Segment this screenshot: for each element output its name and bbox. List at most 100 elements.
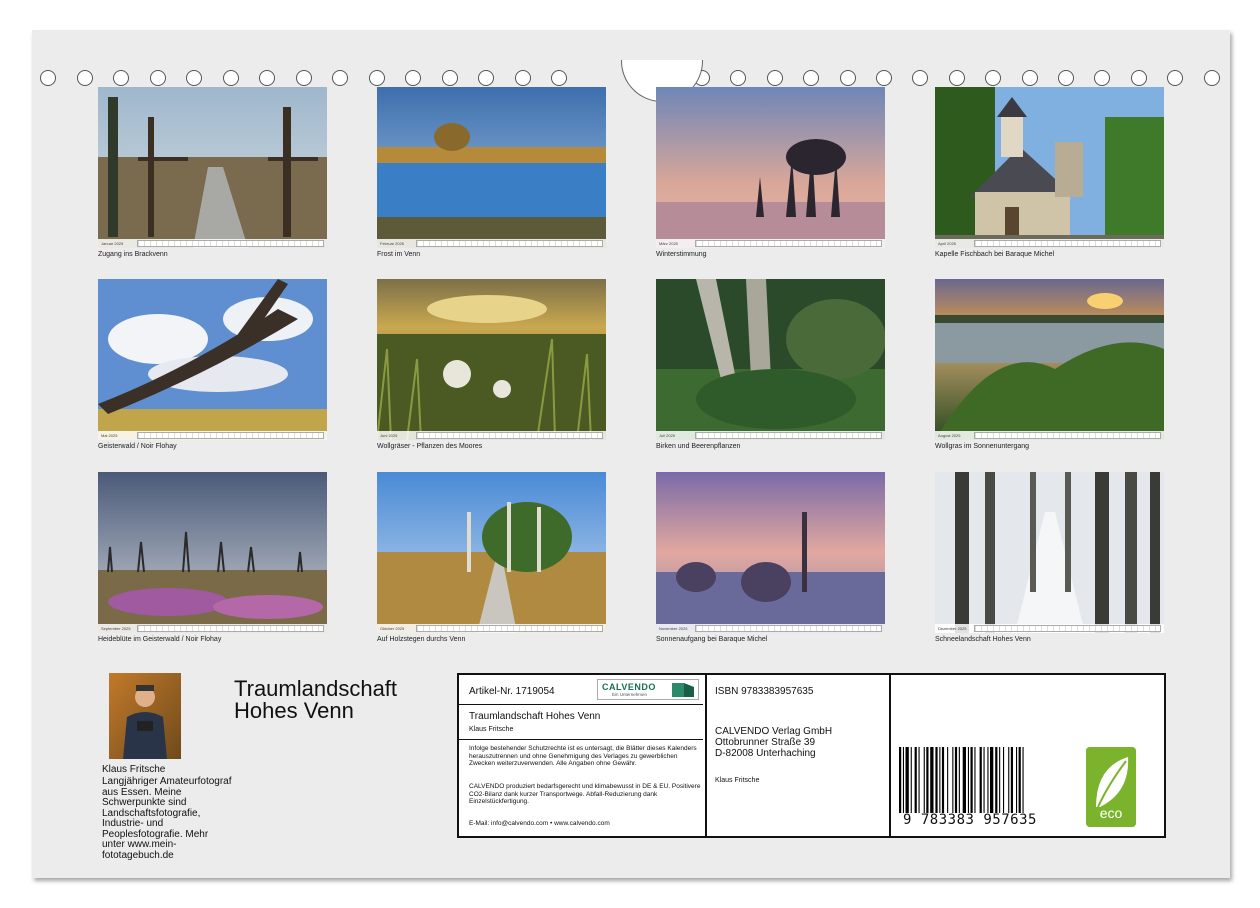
binding-ring: [1058, 70, 1074, 86]
binding-ring: [405, 70, 421, 86]
landscape-image: [377, 472, 606, 633]
binding-ring: [186, 70, 202, 86]
day-cells: [974, 432, 1161, 439]
month-calendar-strip: Dezember 2025: [935, 624, 1164, 633]
month-label: Januar 2025: [101, 241, 124, 246]
binding-ring: [839, 70, 856, 86]
binding-ring: [332, 70, 348, 86]
binding-ring: [368, 70, 385, 86]
landscape-image: [656, 279, 885, 440]
day-cells: [137, 240, 324, 247]
month-photo: Dezember 2025: [935, 472, 1164, 633]
eco-label: eco: [1099, 805, 1123, 821]
publisher-name: CALVENDO Verlag GmbH: [715, 726, 833, 737]
publisher-info-box: Artikel-Nr. 1719054 CALVENDO Ein Unterne…: [457, 673, 1166, 838]
month-calendar-strip: Februar 2025: [377, 239, 606, 248]
photo-caption: Winterstimmung: [656, 251, 707, 258]
binding-ring: [478, 70, 494, 86]
month-calendar-strip: Juni 2025: [377, 431, 606, 440]
legal-notice: Infolge bestehender Schutzrechte ist es …: [469, 745, 697, 767]
landscape-image: [98, 87, 327, 248]
photo-caption: Sonnenaufgang bei Baraque Michel: [656, 636, 768, 643]
landscape-image: [935, 472, 1164, 633]
isbn: ISBN 9783383957635: [715, 686, 814, 697]
month-label: Dezember 2025: [938, 626, 967, 631]
publisher-author: Klaus Fritsche: [715, 777, 760, 784]
barcode: 9 783383 957635: [895, 747, 1071, 828]
month-label: November 2025: [659, 626, 688, 631]
month-photo: August 2025: [935, 279, 1164, 440]
binding-ring: [1021, 70, 1038, 86]
day-cells: [695, 625, 882, 632]
month-label: September 2025: [101, 626, 131, 631]
month-photo: April 2025: [935, 87, 1164, 248]
month-label: Februar 2025: [380, 241, 405, 246]
binding-ring: [259, 70, 275, 86]
landscape-image: [656, 87, 885, 248]
day-cells: [416, 240, 603, 247]
eco-notice: CALVENDO produziert bedarfsgerecht und k…: [469, 783, 701, 805]
photo-caption: Wollgräser - Pflanzen des Moores: [377, 443, 483, 450]
barcode-digits: 9 783383 957635: [903, 812, 1037, 828]
calvendo-logo: CALVENDO Ein Unternehmen: [597, 679, 699, 700]
binding-ring: [40, 70, 56, 86]
landscape-image: [377, 279, 606, 440]
month-photo: Juli 2025: [656, 279, 885, 440]
binding-ring: [514, 70, 531, 86]
binding-ring: [912, 70, 929, 86]
photo-caption: Wollgras im Sonnenuntergang: [935, 443, 1030, 450]
landscape-image: [98, 472, 327, 633]
contact-line: E-Mail: info@calvendo.com • www.calvendo…: [469, 820, 610, 827]
article-row: Artikel-Nr. 1719054 CALVENDO Ein Unterne…: [459, 675, 703, 705]
photo-caption: Heideblüte im Geisterwald / Noir Flohay: [98, 636, 222, 643]
month-photo: Februar 2025: [377, 87, 606, 248]
article-column: Artikel-Nr. 1719054 CALVENDO Ein Unterne…: [459, 675, 707, 836]
month-calendar-strip: Oktober 2025: [377, 624, 606, 633]
binding-ring: [295, 70, 312, 86]
publisher-street: Ottobrunner Straße 39: [715, 737, 816, 748]
binding-ring: [766, 70, 783, 86]
day-cells: [416, 432, 603, 439]
month-photo: September 2025: [98, 472, 327, 633]
month-label: Oktober 2025: [380, 626, 405, 631]
day-cells: [695, 240, 882, 247]
month-calendar-strip: April 2025: [935, 239, 1164, 248]
eco-badge: eco: [1086, 747, 1136, 827]
author-photo: [109, 673, 181, 759]
isbn-column: ISBN 9783383957635 CALVENDO Verlag GmbH …: [705, 675, 891, 836]
month-calendar-strip: Juli 2025: [656, 431, 885, 440]
photo-caption: Kapelle Fischbach bei Baraque Michel: [935, 251, 1055, 258]
photo-caption: Schneelandschaft Hohes Venn: [935, 636, 1031, 643]
binding-ring: [1167, 70, 1184, 86]
binding-ring: [985, 70, 1002, 86]
month-calendar-strip: November 2025: [656, 624, 885, 633]
landscape-image: [377, 87, 606, 248]
month-calendar-strip: Januar 2025: [98, 239, 327, 248]
binding-ring: [222, 70, 239, 86]
barcode-bars: [899, 747, 1024, 813]
landscape-image: [656, 472, 885, 633]
day-cells: [974, 240, 1161, 247]
landscape-image: [935, 279, 1164, 440]
month-calendar-strip: August 2025: [935, 431, 1164, 440]
month-photo: November 2025: [656, 472, 885, 633]
day-cells: [416, 625, 603, 632]
month-label: Juli 2025: [659, 433, 676, 438]
binding-ring: [441, 70, 458, 86]
day-cells: [137, 432, 324, 439]
photo-caption: Auf Holzstegen durchs Venn: [377, 636, 466, 643]
binding-ring: [803, 70, 820, 86]
month-label: April 2025: [938, 241, 957, 246]
day-cells: [695, 432, 882, 439]
book-row: Traumlandschaft Hohes Venn Klaus Fritsch…: [459, 704, 703, 740]
binding-ring: [948, 70, 965, 86]
barcode-column: 9 783383 957635 eco: [889, 675, 1164, 836]
month-label: Juni 2025: [380, 433, 398, 438]
binding-ring: [1094, 70, 1111, 86]
month-label: März 2025: [659, 241, 678, 246]
binding-ring: [149, 70, 166, 86]
month-photo: März 2025: [656, 87, 885, 248]
binding-ring: [1130, 70, 1147, 86]
month-label: Mai 2025: [101, 433, 118, 438]
binding-ring: [76, 70, 93, 86]
